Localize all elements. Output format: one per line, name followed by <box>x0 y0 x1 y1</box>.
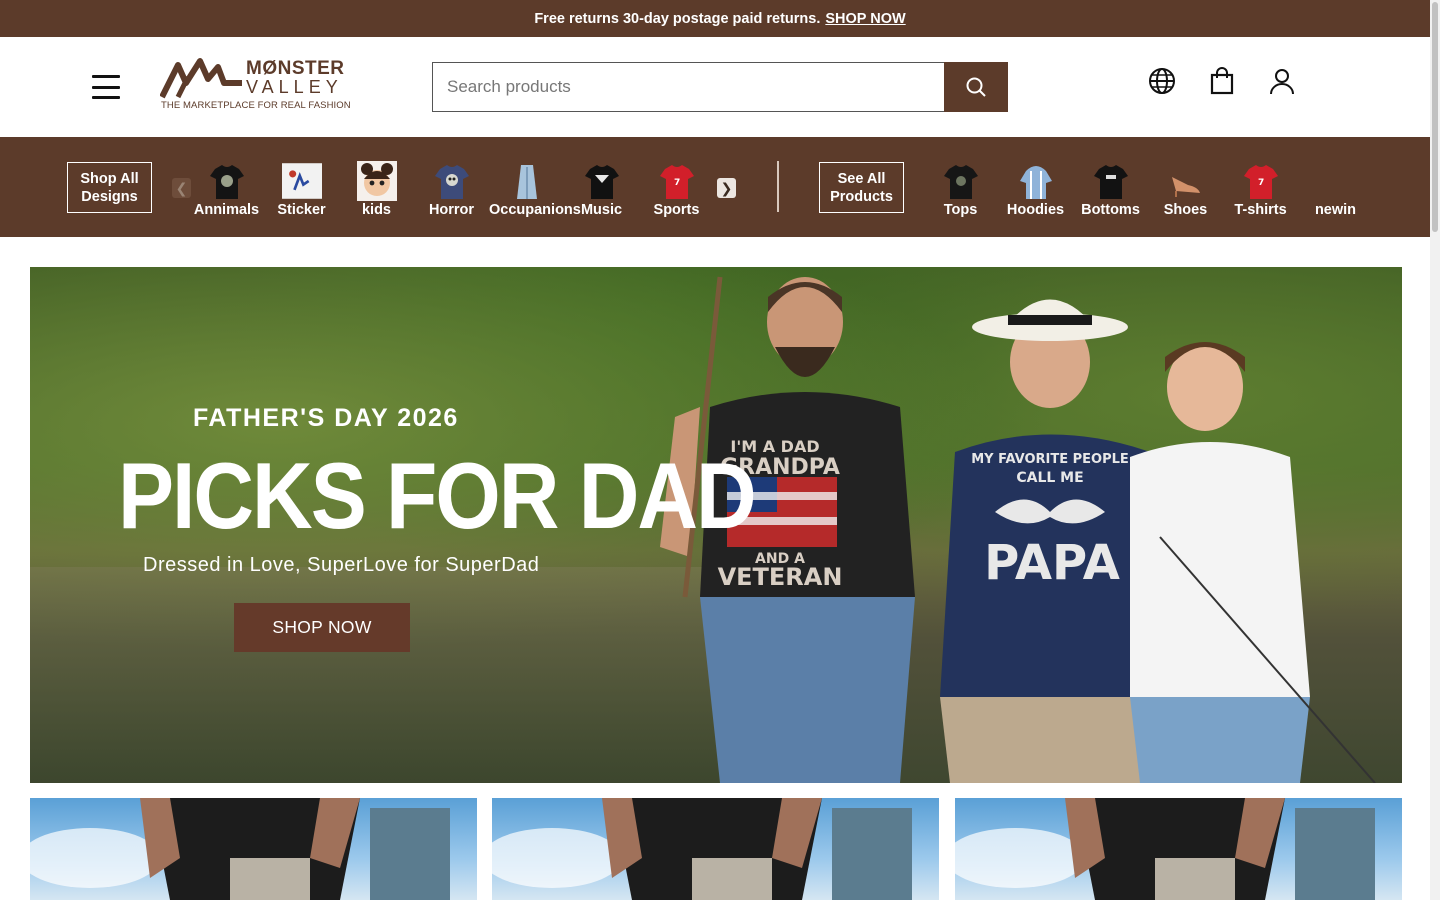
category-label: Music <box>580 202 623 218</box>
kid-cartoon-icon <box>356 161 397 201</box>
globe-icon[interactable] <box>1148 67 1176 95</box>
category-divider <box>777 161 779 212</box>
category-a[interactable]: A <box>714 161 716 218</box>
brand-name-line2: VALLEY <box>246 77 343 97</box>
announcement-text: Free returns 30-day postage paid returns… <box>534 10 821 27</box>
jersey-icon: 7 <box>657 161 697 201</box>
shopping-bag-icon[interactable] <box>1208 67 1236 95</box>
user-icon[interactable] <box>1268 67 1296 95</box>
categories-next-arrow[interactable]: ❯ <box>717 178 736 198</box>
brand-logo[interactable]: MØNSTER VALLEY THE MARKETPLACE FOR REAL … <box>160 55 351 115</box>
promo-tile-image <box>955 798 1375 900</box>
shop-all-designs-button[interactable]: Shop All Designs <box>67 162 152 213</box>
category-label: Horror <box>428 202 475 218</box>
search-bar <box>432 62 1008 112</box>
product-categories: Tops Hoodies Bottoms Shoes 7 T-shirts ne… <box>923 161 1373 221</box>
svg-text:CALL ME: CALL ME <box>1016 470 1083 486</box>
category-occupanions[interactable]: Occupanions <box>489 161 581 218</box>
svg-text:7: 7 <box>674 178 680 188</box>
product-cat-tops[interactable]: Tops <box>923 161 998 218</box>
category-music[interactable]: Music <box>564 161 639 218</box>
promo-tile[interactable] <box>955 798 1402 900</box>
category-kids[interactable]: kids <box>339 161 414 218</box>
coat-icon <box>507 161 547 201</box>
category-label: newin <box>1314 202 1357 218</box>
promo-tile-image <box>492 798 912 900</box>
menu-icon[interactable] <box>92 75 120 99</box>
product-cat-tshirts[interactable]: 7 T-shirts <box>1223 161 1298 218</box>
tshirt-icon <box>207 161 247 201</box>
tshirt-icon <box>432 161 472 201</box>
hero-banner[interactable]: I'M A DAD GRANDPA AND A VETERAN MY FAVOR… <box>30 267 1402 783</box>
hero-kicker: FATHER'S DAY 2026 <box>193 404 459 432</box>
hero-subtitle: Dressed in Love, SuperLove for SuperDad <box>143 554 540 576</box>
tshirt-icon <box>1091 161 1131 201</box>
see-all-products-button[interactable]: See All Products <box>819 162 904 213</box>
category-animals[interactable]: Annimals <box>189 161 264 218</box>
product-cat-bottoms[interactable]: Bottoms <box>1073 161 1148 218</box>
category-label: Sports <box>653 202 700 218</box>
category-label: Bottoms <box>1081 202 1140 218</box>
svg-text:MY FAVORITE PEOPLE: MY FAVORITE PEOPLE <box>971 452 1129 467</box>
jersey-icon: 7 <box>1241 161 1281 201</box>
product-cat-newin[interactable]: newin <box>1298 161 1373 218</box>
scrollbar-thumb[interactable] <box>1432 2 1438 232</box>
search-button[interactable] <box>944 62 1008 112</box>
hero-shop-now-button[interactable]: SHOP NOW <box>234 603 410 652</box>
design-categories: Annimals Sticker kids Horror Occupanions… <box>189 161 716 221</box>
hero-title: PICKS FOR DAD <box>118 443 757 549</box>
site-header: MØNSTER VALLEY THE MARKETPLACE FOR REAL … <box>0 37 1440 137</box>
sticker-image-icon <box>281 161 322 201</box>
hoodie-icon <box>1016 161 1056 201</box>
product-cat-hoodies[interactable]: Hoodies <box>998 161 1073 218</box>
svg-text:7: 7 <box>1258 178 1264 188</box>
category-horror[interactable]: Horror <box>414 161 489 218</box>
hero-background-water <box>30 567 730 783</box>
category-label: Sticker <box>277 202 326 218</box>
high-heel-icon <box>1166 161 1206 201</box>
tshirt-icon <box>582 161 622 201</box>
search-input[interactable] <box>432 62 944 112</box>
category-sticker[interactable]: Sticker <box>264 161 339 218</box>
page-scrollbar[interactable] <box>1430 0 1440 900</box>
promo-tile-image <box>30 798 450 900</box>
category-label: Occupanions <box>489 202 581 218</box>
product-cat-shoes[interactable]: Shoes <box>1148 161 1223 218</box>
category-label: T-shirts <box>1234 202 1287 218</box>
header-actions <box>1148 67 1296 95</box>
monster-mark-icon <box>160 58 242 99</box>
category-label: Tops <box>943 202 978 218</box>
category-sports[interactable]: 7 Sports <box>639 161 714 218</box>
category-label: kids <box>361 202 391 218</box>
announcement-bar: Free returns 30-day postage paid returns… <box>0 0 1440 37</box>
brand-tagline: THE MARKETPLACE FOR REAL FASHION <box>161 100 351 111</box>
category-label: Shoes <box>1163 202 1208 218</box>
svg-text:PAPA: PAPA <box>984 535 1120 591</box>
svg-text:VETERAN: VETERAN <box>718 563 843 591</box>
tshirt-icon <box>941 161 981 201</box>
category-bar: Shop All Designs ❮ Annimals Sticker kids … <box>0 137 1440 237</box>
category-label: A <box>714 202 716 218</box>
announcement-shop-now-link[interactable]: SHOP NOW <box>825 11 905 27</box>
category-label: Annimals <box>193 202 260 218</box>
promo-tile[interactable] <box>492 798 939 900</box>
category-label: Hoodies <box>1006 202 1065 218</box>
promo-tile[interactable] <box>30 798 477 900</box>
search-icon <box>966 77 986 97</box>
